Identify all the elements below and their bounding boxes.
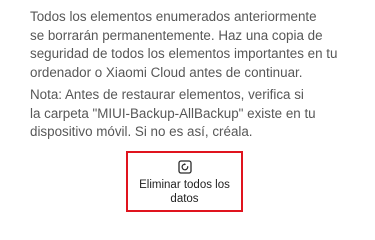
- warning-line: Todos los elementos enumerados anteriorm…: [30, 9, 317, 24]
- delete-all-data-label: Eliminar todos los datos: [139, 178, 230, 206]
- warning-line: ordenador o Xiaomi Cloud antes de contin…: [30, 64, 303, 80]
- warning-text: Todos los elementos enumerados anteriorm…: [30, 8, 360, 82]
- action-label-line: Eliminar todos los: [139, 179, 230, 191]
- warning-line: seguridad de todos los elementos importa…: [30, 46, 338, 61]
- highlight-box: Eliminar todos los datos: [126, 151, 243, 212]
- note-line: la carpeta "MIUI-Backup-AllBackup" exist…: [30, 105, 316, 121]
- restore-icon: [177, 160, 192, 174]
- delete-all-data-button[interactable]: Eliminar todos los datos: [130, 155, 239, 208]
- note-line: Nota: Antes de restaurar elementos, veri…: [30, 87, 304, 102]
- note-line: dispositivo móvil. Si no es así, créala.: [30, 124, 253, 139]
- action-label-line: datos: [170, 193, 199, 205]
- note-text: Nota: Antes de restaurar elementos, veri…: [30, 86, 360, 142]
- warning-line: se borrarán permanentemente. Haz una cop…: [30, 27, 323, 43]
